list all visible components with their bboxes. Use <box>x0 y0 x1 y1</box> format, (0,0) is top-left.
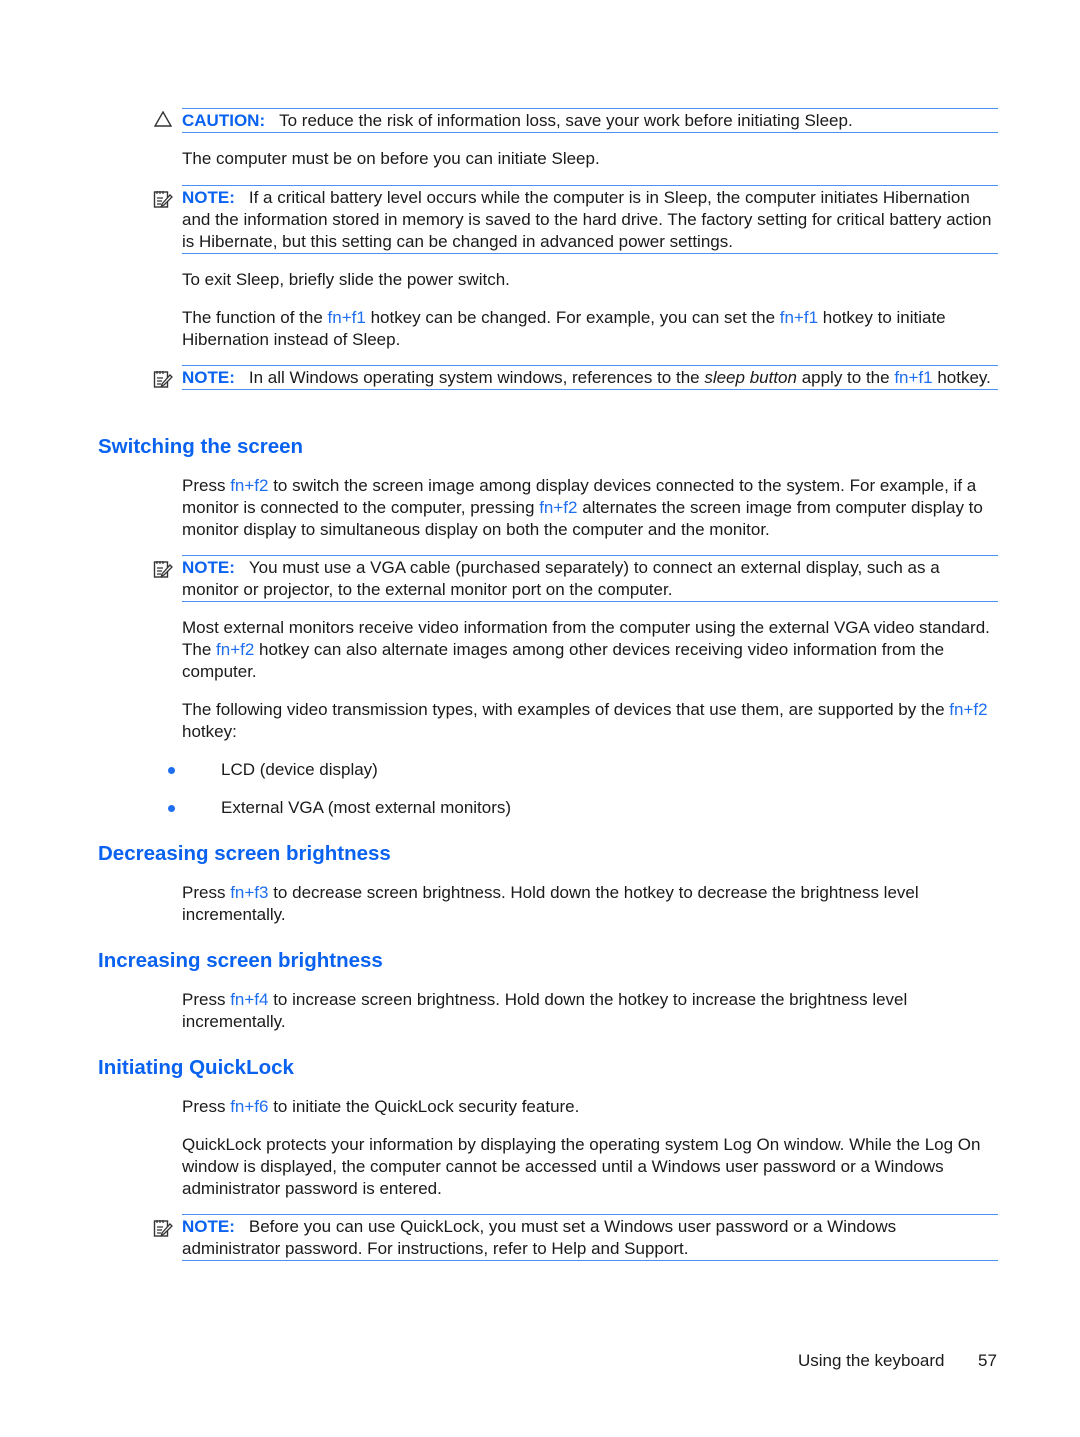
note-box-sleep-button: NOTE: In all Windows operating system win… <box>182 365 998 390</box>
caution-box: CAUTION: To reduce the risk of informatio… <box>182 108 998 133</box>
paragraph-decrease-brightness: Press fn+f3 to decrease screen brightnes… <box>182 883 919 924</box>
heading-initiating-quicklock: Initiating QuickLock <box>98 1056 294 1079</box>
paragraph-external-monitors: Most external monitors receive video inf… <box>182 618 990 681</box>
hotkey-fn-f1[interactable]: fn+f1 <box>780 308 818 327</box>
paragraph-quicklock-press: Press fn+f6 to initiate the QuickLock se… <box>182 1097 580 1116</box>
paragraph-hotkey-function: The function of the fn+f1 hotkey can be … <box>182 308 946 349</box>
note-label: NOTE: <box>182 1217 235 1236</box>
list-item: External VGA (most external monitors) <box>221 798 512 817</box>
heading-decreasing-brightness: Decreasing screen brightness <box>98 842 391 865</box>
hotkey-fn-f2[interactable]: fn+f2 <box>539 498 577 517</box>
note-text: If a critical battery level occurs while… <box>182 188 992 251</box>
bullet-icon <box>168 767 175 774</box>
hotkey-fn-f2[interactable]: fn+f2 <box>949 700 987 719</box>
heading-switching-the-screen: Switching the screen <box>98 435 304 458</box>
hotkey-fn-f4[interactable]: fn+f4 <box>230 990 268 1009</box>
bullet-icon <box>168 805 175 812</box>
hotkey-fn-f3[interactable]: fn+f3 <box>230 883 268 902</box>
paragraph-exit-sleep: To exit Sleep, briefly slide the power s… <box>182 270 510 289</box>
paragraph-video-types: The following video transmission types, … <box>182 700 988 741</box>
hotkey-fn-f6[interactable]: fn+f6 <box>230 1097 268 1116</box>
note-text: Before you can use QuickLock, you must s… <box>182 1217 897 1258</box>
warning-triangle-icon <box>154 111 172 127</box>
note-label: NOTE: <box>182 558 235 577</box>
note-pencil-icon <box>153 561 173 578</box>
hotkey-fn-f2[interactable]: fn+f2 <box>216 640 254 659</box>
paragraph-switch-screen: Press fn+f2 to switch the screen image a… <box>182 476 983 539</box>
emphasis-sleep-button: sleep button <box>704 368 797 387</box>
paragraph-must-be-on: The computer must be on before you can i… <box>182 149 600 168</box>
hotkey-fn-f1[interactable]: fn+f1 <box>328 308 366 327</box>
footer-chapter-title: Using the keyboard <box>798 1351 945 1370</box>
caution-text: To reduce the risk of information loss, … <box>279 111 853 130</box>
note-box-quicklock-password: NOTE: Before you can use QuickLock, you m… <box>182 1214 998 1261</box>
note-pencil-icon <box>153 371 173 388</box>
paragraph-increase-brightness: Press fn+f4 to increase screen brightnes… <box>182 990 908 1031</box>
note-text: You must use a VGA cable (purchased sepa… <box>182 558 940 599</box>
list-item: LCD (device display) <box>221 760 378 779</box>
heading-increasing-brightness: Increasing screen brightness <box>98 949 383 972</box>
note-pencil-icon <box>153 1220 173 1237</box>
note-pencil-icon <box>153 191 173 208</box>
note-box-vga-cable: NOTE: You must use a VGA cable (purchased… <box>182 555 998 602</box>
page-number: 57 <box>978 1351 997 1370</box>
note-label: NOTE: <box>182 368 235 387</box>
hotkey-fn-f1[interactable]: fn+f1 <box>894 368 932 387</box>
paragraph-quicklock-protects: QuickLock protects your information by d… <box>182 1135 981 1198</box>
note-box-critical-battery: NOTE: If a critical battery level occurs … <box>182 185 998 254</box>
note-label: NOTE: <box>182 188 235 207</box>
hotkey-fn-f2[interactable]: fn+f2 <box>230 476 268 495</box>
caution-label: CAUTION: <box>182 111 266 130</box>
